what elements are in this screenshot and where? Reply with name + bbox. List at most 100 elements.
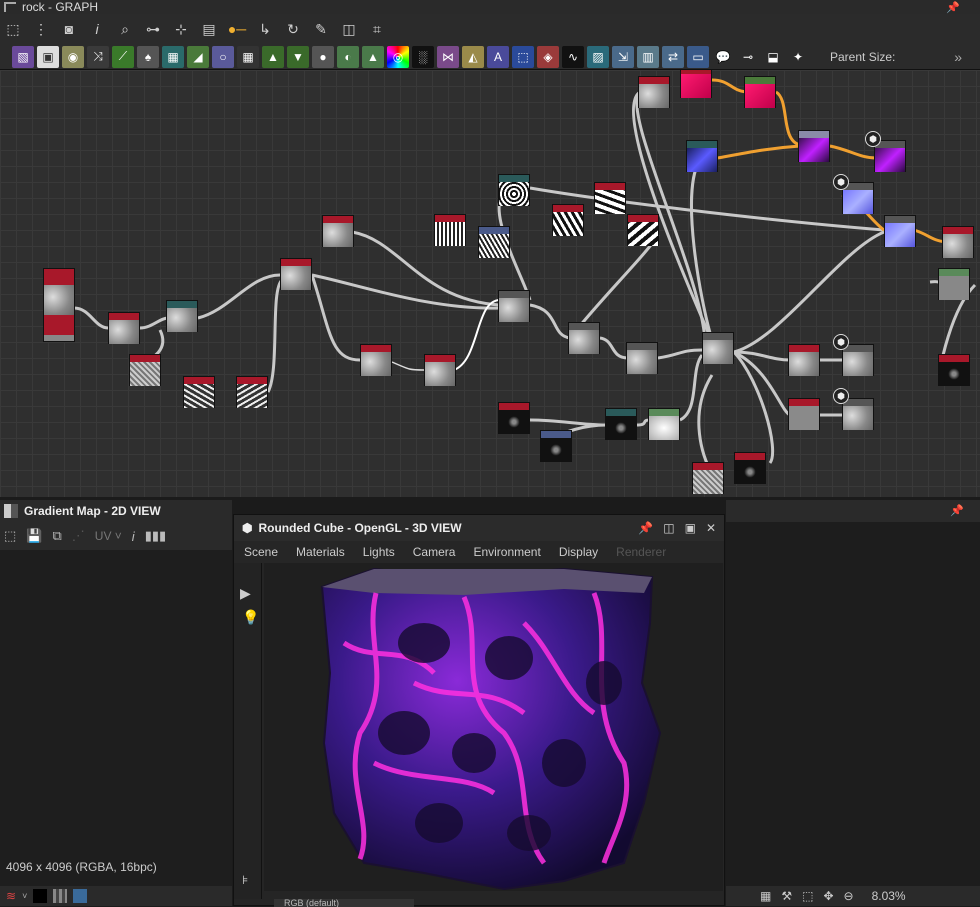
copy-icon[interactable]: ⧉ [52,528,61,544]
levels-icon[interactable]: ◉ [62,45,84,68]
noise-icon[interactable]: ░ [412,45,434,68]
graph-node[interactable] [788,398,820,430]
graph-node[interactable] [788,344,820,376]
panel-grip-icon[interactable] [4,2,16,12]
graph-node[interactable] [498,402,530,434]
info-icon[interactable]: i [132,529,135,544]
uv-dropdown[interactable]: UV ˅ [95,529,122,543]
maximize-icon[interactable]: ▣ [685,521,696,535]
menu-scene[interactable]: Scene [244,545,278,559]
tree-icon[interactable]: ⊹ [170,18,192,40]
fill-icon[interactable]: ◈ [537,45,559,68]
mask-icon[interactable]: ◐ [337,45,359,68]
dropdown-icon[interactable]: ˅ [22,891,27,901]
graph-node[interactable] [540,430,572,462]
graph-node[interactable] [938,354,970,386]
move-icon[interactable]: ✥ [823,889,833,903]
circle-icon[interactable]: ○ [212,45,234,68]
menu-lights[interactable]: Lights [363,545,395,559]
search-icon[interactable]: ⌕ [114,18,136,40]
graph-node[interactable] [744,76,776,108]
graph-node-output[interactable] [842,398,874,430]
graph-node-output[interactable] [842,344,874,376]
wrench-icon[interactable]: ✎ [310,18,332,40]
graph-node[interactable] [108,312,140,344]
pin-node-icon[interactable]: ⊸ [737,46,759,68]
curve-icon[interactable]: ↳ [254,18,276,40]
menu-environment[interactable]: Environment [473,545,540,559]
graph-node[interactable] [702,332,734,364]
bitmap-icon[interactable]: ▧ [12,45,34,68]
graph-node[interactable] [627,214,659,246]
drop-icon[interactable]: ♠ [137,45,159,68]
value-icon[interactable]: ● [312,45,334,68]
graph-node[interactable] [648,408,680,440]
menu-renderer[interactable]: Renderer [616,545,666,559]
graph-node[interactable] [734,452,766,484]
menu-display[interactable]: Display [559,545,598,559]
graph-node[interactable] [236,376,268,408]
tools-icon[interactable]: ⚒ [781,889,792,903]
graph-node[interactable] [638,76,670,108]
black-swatch[interactable] [33,889,48,903]
graph-node[interactable] [434,214,466,246]
graph-node-output[interactable] [874,140,906,172]
grid-icon[interactable]: ▦ [760,889,771,903]
map-icon[interactable]: ▨ [587,45,609,68]
histogram-icon[interactable]: ▲ [362,45,384,68]
export-graph-icon[interactable]: ⬓ [762,46,784,68]
toolbar-overflow-button[interactable]: » [954,49,962,65]
graph-node[interactable] [498,290,530,322]
input-icon[interactable]: ▼ [287,45,309,68]
light-icon[interactable]: 💡 [242,609,259,626]
save-icon[interactable]: 💾 [26,528,42,544]
graph-node[interactable] [280,258,312,290]
alpha-swatch[interactable] [53,889,68,903]
menu-camera[interactable]: Camera [413,545,456,559]
pin-icon[interactable]: 📌 [638,521,653,535]
fit-icon[interactable]: ⬚ [802,889,813,903]
curve-icon[interactable]: ⟋ [112,45,134,68]
graph-node[interactable] [424,354,456,386]
frame-icon[interactable]: ⬚ [2,18,24,40]
graph-node[interactable] [166,300,198,332]
output-icon[interactable]: ▲ [262,45,284,68]
layers-icon[interactable]: ▤ [198,18,220,40]
graph-node[interactable] [498,174,530,206]
random-icon[interactable]: ∿ [562,45,584,68]
connect-icon[interactable]: ●─ [226,18,248,40]
link-icon[interactable]: ⊶ [142,18,164,40]
graph-node[interactable] [680,70,712,98]
zoom-out-icon[interactable]: ⊖ [844,889,854,903]
comment-frame-icon[interactable]: ▭ [687,45,709,68]
comment-icon[interactable]: 💬 [712,46,734,68]
camera-icon[interactable]: ◙ [58,18,80,40]
svg-icon[interactable]: ▣ [37,45,59,68]
warp-icon[interactable]: ⋈ [437,45,459,68]
graph-node[interactable] [692,462,724,494]
graph-node[interactable] [605,408,637,440]
graph-node[interactable] [594,182,626,214]
close-icon[interactable]: ✕ [706,521,716,535]
graph-node[interactable] [626,342,658,374]
snapshot-icon[interactable]: ◫ [338,18,360,40]
transform-icon[interactable]: ⬚ [512,45,534,68]
color-wheel-icon[interactable]: ◎ [387,45,409,68]
graph-node[interactable] [478,226,510,258]
graph-node[interactable] [798,130,830,162]
graph-node[interactable] [686,140,718,172]
crop-icon[interactable]: ⌗ [366,18,388,40]
graph-node[interactable] [129,354,161,386]
tile-icon[interactable]: ▦ [162,45,184,68]
image-icon[interactable] [73,889,88,903]
split-icon[interactable]: ◫ [663,521,674,535]
frame-node-icon[interactable]: ⇄ [662,45,684,68]
spark-icon[interactable]: ✦ [787,46,809,68]
grid-icon[interactable]: ▦ [237,45,259,68]
export-icon[interactable]: ⇲ [612,45,634,68]
pin-icon[interactable]: 📌 [946,1,960,14]
graph-node[interactable] [942,226,974,258]
graph-node[interactable] [938,268,970,300]
view3d-viewport[interactable] [264,563,723,891]
info-icon[interactable]: i [86,18,108,40]
